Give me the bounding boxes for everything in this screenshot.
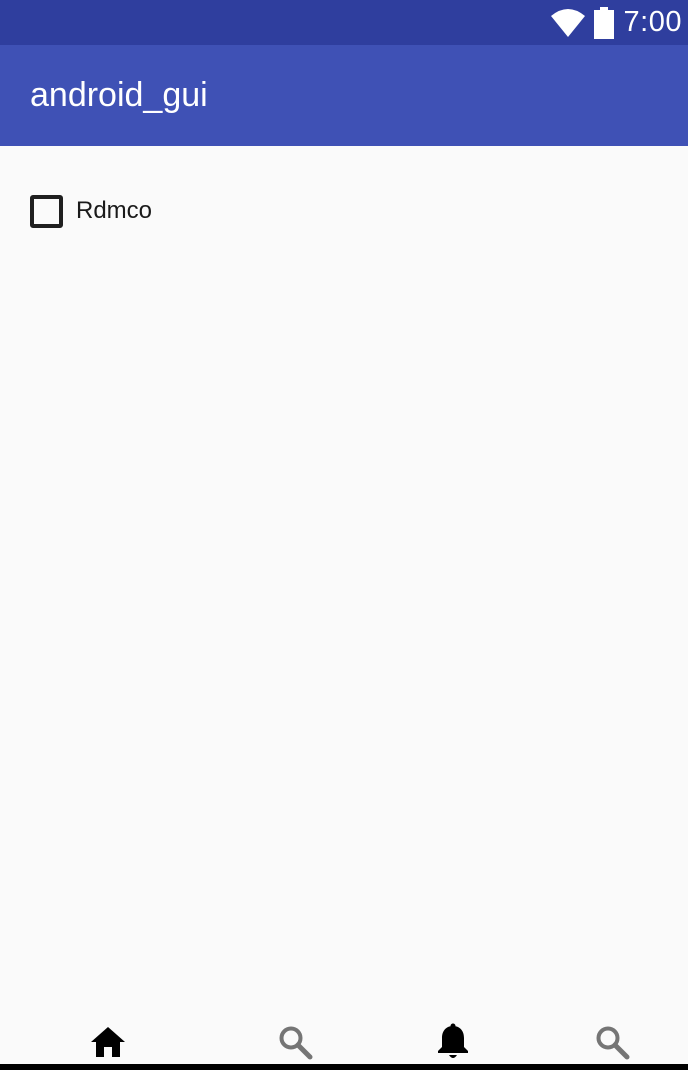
bottom-navigation [0,1016,688,1064]
app-bar: android_gui [0,45,688,146]
bell-icon [438,1023,468,1058]
home-icon [91,1027,125,1057]
checkbox-box[interactable] [30,194,63,228]
nav-search-button[interactable] [275,1022,315,1062]
battery-icon [593,6,614,39]
rdmco-checkbox[interactable]: Rdmco [30,194,152,228]
nav-home-button[interactable] [88,1022,128,1062]
app-title: android_gui [30,76,208,114]
screen: 7:00 android_gui Rdmco [0,0,688,1070]
checkbox-label: Rdmco [76,197,153,224]
nav-notifications-button[interactable] [433,1022,473,1062]
search-icon [279,1026,313,1060]
wifi-icon [550,8,585,37]
content-area: Rdmco [0,146,688,1016]
bottom-edge-divider [0,1064,688,1070]
status-icons: 7:00 [550,0,682,45]
search-icon [596,1026,630,1060]
status-bar: 7:00 [0,0,688,45]
nav-search-button-2[interactable] [592,1022,632,1062]
status-time: 7:00 [623,6,682,38]
